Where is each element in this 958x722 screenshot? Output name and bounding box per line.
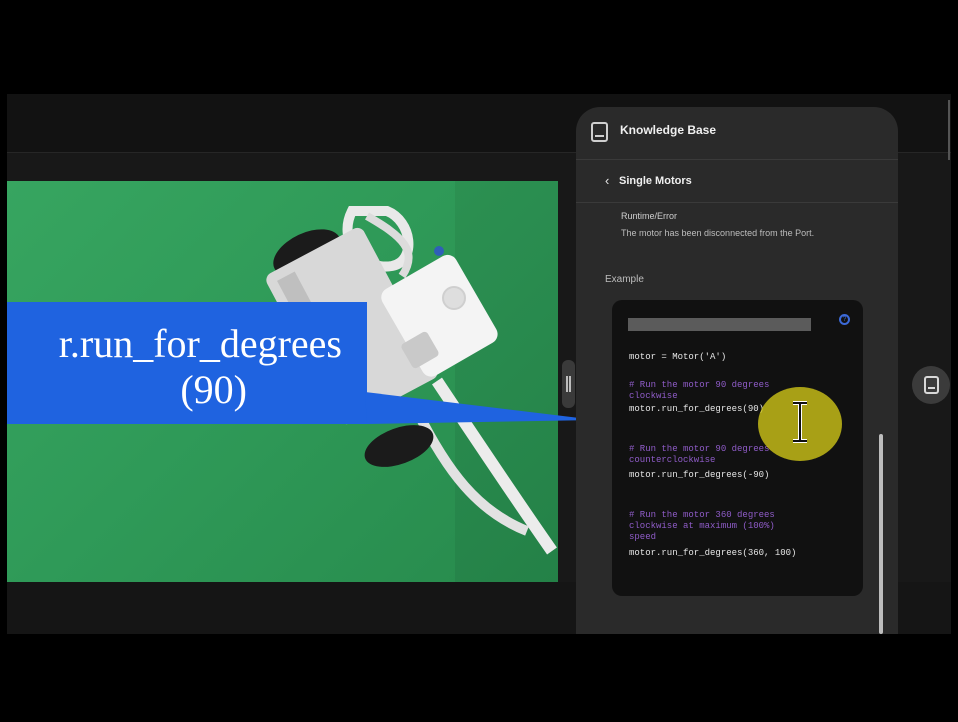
knowledge-base-title: Knowledge Base	[620, 123, 717, 137]
code-comment: # Run the motor 90 degrees	[629, 444, 770, 454]
code-comment: clockwise at maximum (100%)	[629, 521, 775, 531]
caption-code-line: r.run_for_degrees	[58, 321, 342, 366]
book-icon	[924, 376, 939, 394]
text-cursor-icon	[793, 401, 807, 443]
example-heading: Example	[605, 274, 644, 285]
code-import-line-blurred	[628, 318, 811, 331]
code-comment: # Run the motor 360 degrees	[629, 510, 775, 520]
knowledge-base-toggle-button[interactable]	[912, 366, 950, 404]
right-edge-divider	[948, 100, 950, 160]
section-title: Single Motors	[619, 175, 692, 187]
caption-banner: r.run_for_degrees (90)	[7, 302, 367, 424]
code-comment: # Run the motor 90 degrees	[629, 380, 770, 390]
drag-handle-icon	[566, 376, 568, 392]
chevron-left-icon[interactable]: ‹	[605, 173, 609, 188]
panel-scrollbar[interactable]	[879, 434, 883, 634]
drag-handle-line	[569, 376, 571, 392]
code-line: motor.run_for_degrees(-90)	[629, 470, 770, 480]
back-to-single-motors[interactable]: ‹ Single Motors	[576, 160, 898, 203]
code-comment: counterclockwise	[629, 455, 716, 465]
knowledge-base-header: Knowledge Base	[576, 107, 898, 160]
code-comment: speed	[629, 532, 657, 542]
code-line: motor = Motor('A')	[629, 352, 727, 362]
panel-drag-handle[interactable]	[562, 360, 575, 408]
video-frame: r.run_for_degrees (90) Knowledge Base ‹ …	[0, 0, 958, 722]
help-icon[interactable]: ?	[839, 314, 850, 325]
error-name: Runtime/Error	[621, 211, 678, 221]
caption-argument-line: (90)	[180, 367, 247, 412]
error-description: The motor has been disconnected from the…	[621, 228, 815, 238]
code-line: motor.run_for_degrees(90)	[629, 404, 765, 414]
knowledge-base-panel: Knowledge Base ‹ Single Motors Runtime/E…	[576, 107, 898, 634]
book-icon	[591, 122, 608, 142]
code-line: motor.run_for_degrees(360, 100)	[629, 548, 797, 558]
code-comment: clockwise	[629, 391, 678, 401]
